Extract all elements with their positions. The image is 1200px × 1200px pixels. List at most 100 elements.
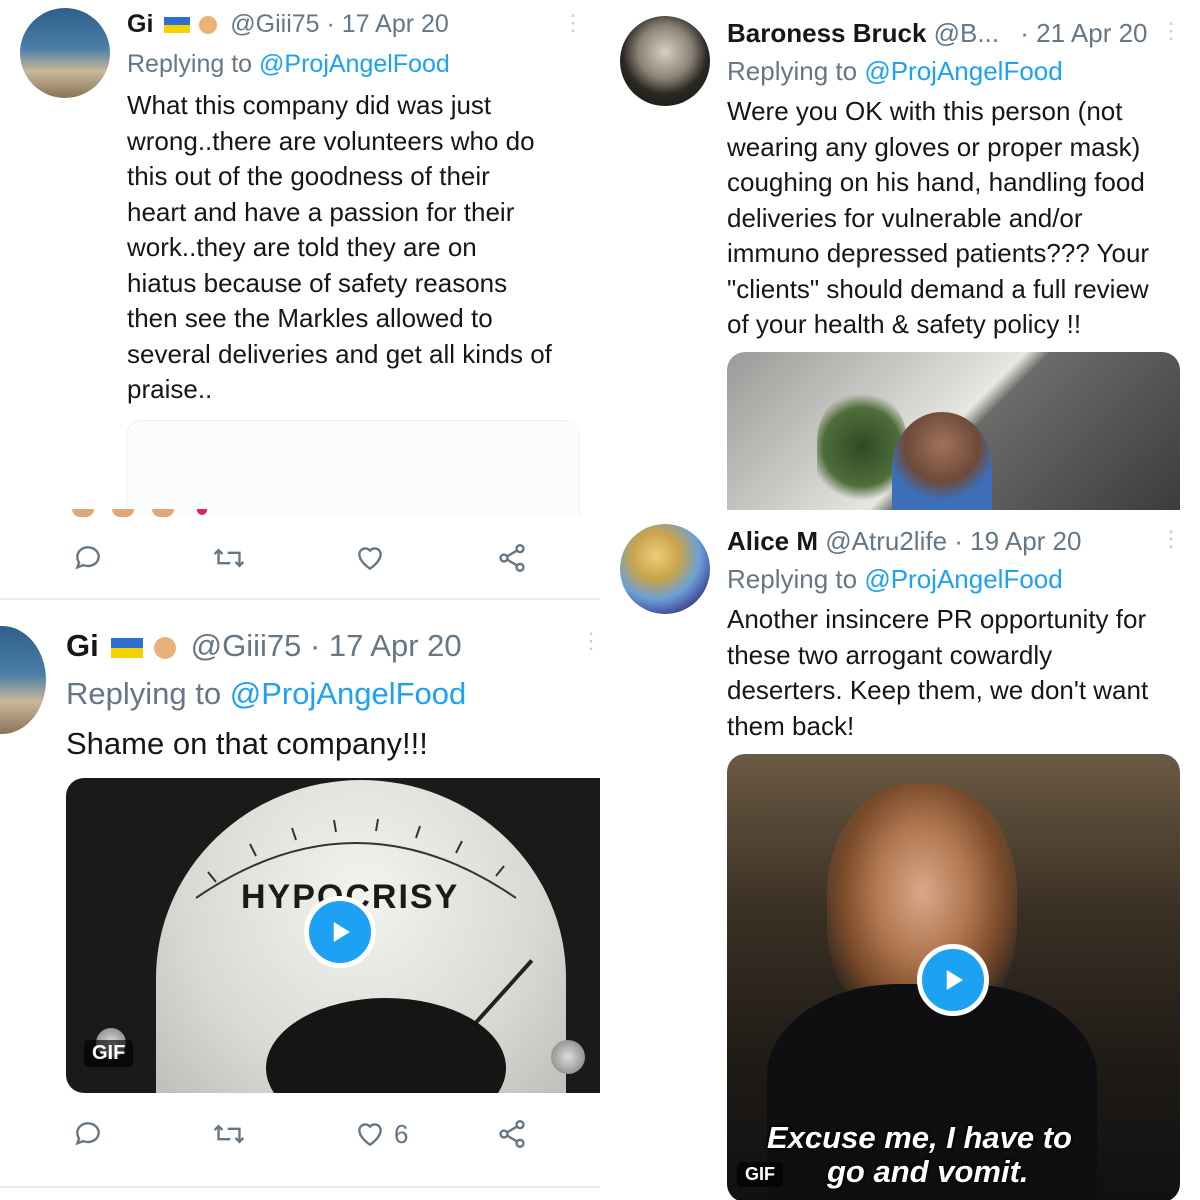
tweet-text-line: them back!: [727, 710, 855, 741]
avatar[interactable]: [620, 16, 710, 106]
replying-to: Replying to @ProjAngelFood: [727, 564, 1063, 595]
person-shape: [892, 412, 992, 510]
share-icon: [499, 1120, 525, 1148]
user-handle[interactable]: @B...: [934, 18, 999, 48]
tweet-text-line: immuno depressed patients??? Your: [727, 238, 1150, 268]
avatar[interactable]: [0, 626, 46, 734]
tweet-text-line: wrong..there are volunteers who do: [127, 125, 535, 156]
replying-prefix: Replying to: [127, 50, 253, 78]
replying-prefix: Replying to: [727, 564, 858, 594]
avatar[interactable]: [620, 524, 710, 614]
tweet-media-image[interactable]: [727, 352, 1180, 510]
reply-button[interactable]: [72, 542, 104, 574]
play-button[interactable]: [917, 944, 989, 1016]
tweet-text: What this company did was just wrong..th…: [127, 88, 552, 408]
tweet-text: Shame on that company!!!: [66, 726, 428, 762]
tweet-header: Baroness Bruck @B... · 21 Apr 20: [727, 18, 1148, 49]
user-handle[interactable]: @Giii75: [191, 628, 302, 663]
tweet-text-line: deliveries for vulnerable and/or: [727, 202, 1083, 233]
replying-to: Replying to @ProjAngelFood: [127, 50, 450, 79]
divider: [0, 1186, 600, 1188]
gif-badge: GIF: [84, 1040, 134, 1067]
tweet-text-line: these two arrogant cowardly: [727, 639, 1053, 670]
replying-handle-link[interactable]: @ProjAngelFood: [864, 56, 1062, 86]
tweet-date[interactable]: · 17 Apr 20: [327, 10, 449, 38]
tweet-text-line: wearing any gloves or proper mask): [727, 131, 1141, 162]
tweet-gi-1[interactable]: Gi @Giii75 · 17 Apr 20 ⋮ Replying to @Pr…: [0, 0, 600, 600]
ukraine-flag-icon: [111, 637, 144, 658]
tweet-gif[interactable]: HYPOCRISY GIF: [66, 778, 600, 1093]
action-bar: 6: [0, 1116, 600, 1156]
emoji-icon: [112, 509, 134, 517]
tweet-text-line: Another insincere PR opportunity for: [727, 604, 1147, 634]
replying-handle-link[interactable]: @ProjAngelFood: [230, 676, 467, 711]
display-name[interactable]: Baroness Bruck: [727, 18, 926, 48]
tweet-text-line: then see the Markles allowed to: [127, 303, 493, 333]
display-name[interactable]: Alice M: [727, 526, 818, 556]
user-handle[interactable]: @Atru2life: [825, 526, 947, 556]
tweet-header: Gi @Giii75 · 17 Apr 20: [127, 10, 449, 39]
tweet-text: Were you OK with this person (not wearin…: [727, 94, 1149, 343]
tweet-header: Alice M @Atru2life · 19 Apr 20: [727, 526, 1081, 557]
user-handle[interactable]: @Giii75: [230, 10, 319, 38]
heart-icon: [358, 1123, 382, 1147]
replying-handle-link[interactable]: @ProjAngelFood: [259, 50, 450, 78]
replying-prefix: Replying to: [727, 56, 858, 86]
tweet-text-line: hiatus because of safety reasons: [127, 267, 508, 298]
ukraine-flag-icon: [164, 17, 191, 34]
media-placeholder[interactable]: [126, 420, 580, 516]
tweet-text-line: several deliveries and get all kinds of: [127, 338, 552, 369]
emoji-icon: [72, 509, 94, 517]
more-options-icon[interactable]: ⋮: [1160, 528, 1182, 550]
tweet-text-line: work..they are told they are on: [127, 232, 477, 262]
raised-fist-icon: [153, 636, 176, 659]
tweet-date[interactable]: · 19 Apr 20: [954, 526, 1081, 556]
tweet-text-line: coughing on his hand, handling food: [727, 167, 1145, 197]
gif-badge: GIF: [737, 1162, 783, 1187]
play-button[interactable]: [304, 896, 376, 968]
tweet-text-line: this out of the goodness of their: [127, 161, 490, 191]
reply-button[interactable]: [72, 1118, 104, 1150]
retweet-button[interactable]: [212, 1118, 246, 1150]
raised-fist-icon: [199, 16, 218, 35]
retweet-button[interactable]: [212, 542, 246, 574]
tweet-text-line: "clients" should demand a full review: [727, 273, 1149, 304]
retweet-icon: [213, 1124, 245, 1144]
tweet-text-line: Shame on that company!!!: [66, 726, 428, 761]
reply-icon: [75, 546, 100, 570]
retweet-icon: [213, 548, 245, 568]
display-name[interactable]: Gi: [127, 10, 153, 38]
share-button[interactable]: [496, 542, 528, 574]
display-name[interactable]: Gi: [66, 628, 99, 663]
replying-to: Replying to @ProjAngelFood: [66, 676, 466, 712]
tweet-gif[interactable]: Excuse me, I have to go and vomit. GIF: [727, 754, 1180, 1200]
play-icon: [333, 922, 350, 942]
heart-emoji-icon: [197, 509, 207, 515]
tweet-baroness[interactable]: Baroness Bruck @B... · 21 Apr 20 ⋮ Reply…: [600, 0, 1200, 510]
tweet-text-line: heart and have a passion for their: [127, 196, 515, 227]
tweet-text-line: What this company did was just: [127, 90, 492, 120]
tweet-date[interactable]: · 17 Apr 20: [310, 628, 462, 663]
tweet-text-line: praise..: [127, 374, 213, 404]
more-options-icon[interactable]: ⋮: [562, 12, 584, 34]
tweet-date[interactable]: · 21 Apr 20: [1020, 18, 1147, 48]
replying-handle-link[interactable]: @ProjAngelFood: [864, 564, 1062, 594]
share-icon: [499, 544, 525, 572]
tweet-text: Another insincere PR opportunity for the…: [727, 602, 1148, 744]
like-button[interactable]: [354, 542, 386, 574]
tweet-text-line: Were you OK with this person (not: [727, 96, 1123, 126]
share-button[interactable]: [496, 1118, 528, 1150]
more-options-icon[interactable]: ⋮: [580, 630, 600, 652]
like-button[interactable]: 6: [354, 1118, 408, 1150]
tweet-text-line: deserters. Keep them, we don't want: [727, 675, 1149, 705]
screw-icon: [551, 1040, 585, 1074]
more-options-icon[interactable]: ⋮: [1160, 20, 1182, 42]
tweet-header: Gi @Giii75 · 17 Apr 20: [66, 628, 462, 664]
replying-to: Replying to @ProjAngelFood: [727, 56, 1063, 87]
avatar[interactable]: [20, 8, 110, 98]
tweet-gi-2[interactable]: Gi @Giii75 · 17 Apr 20 ⋮ Replying to @Pr…: [0, 600, 600, 1200]
tweet-alice[interactable]: Alice M @Atru2life · 19 Apr 20 ⋮ Replyin…: [600, 510, 1200, 1200]
gif-caption-line-2: go and vomit.: [827, 1154, 1029, 1189]
gif-caption-line-1: Excuse me, I have to: [767, 1120, 1072, 1155]
heart-icon: [358, 547, 382, 571]
